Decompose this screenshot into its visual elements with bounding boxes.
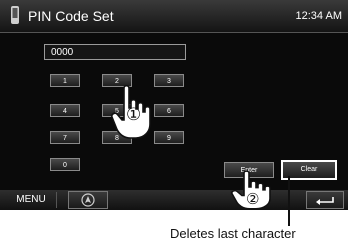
back-button[interactable]: [306, 191, 344, 209]
step-2-marker: ②: [246, 190, 260, 208]
back-arrow-icon: [316, 197, 334, 205]
clock: 12:34 AM: [295, 10, 342, 22]
navigation-icon: [81, 193, 95, 207]
step-1-marker: ①: [126, 105, 142, 125]
key-9-button[interactable]: 9: [154, 131, 184, 144]
page-title: PIN Code Set: [28, 8, 114, 24]
pin-code-input[interactable]: 0000: [44, 44, 186, 60]
key-7-button[interactable]: 7: [50, 131, 80, 144]
bottom-bar: MENU: [0, 190, 348, 210]
menu-button[interactable]: MENU: [6, 192, 57, 208]
title-bar: PIN Code Set 12:34 AM: [0, 0, 348, 33]
key-4-button[interactable]: 4: [50, 104, 80, 117]
clear-caption: Deletes last character: [170, 226, 296, 241]
pin-code-set-screen: PIN Code Set 12:34 AM 0000 1 2 3 4 5 6 7…: [0, 0, 348, 210]
navigation-button[interactable]: [68, 191, 108, 209]
phone-icon: [11, 6, 19, 24]
key-6-button[interactable]: 6: [154, 104, 184, 117]
key-0-button[interactable]: 0: [50, 158, 80, 171]
caption-leader-line: [288, 176, 290, 226]
key-1-button[interactable]: 1: [50, 74, 80, 87]
key-3-button[interactable]: 3: [154, 74, 184, 87]
